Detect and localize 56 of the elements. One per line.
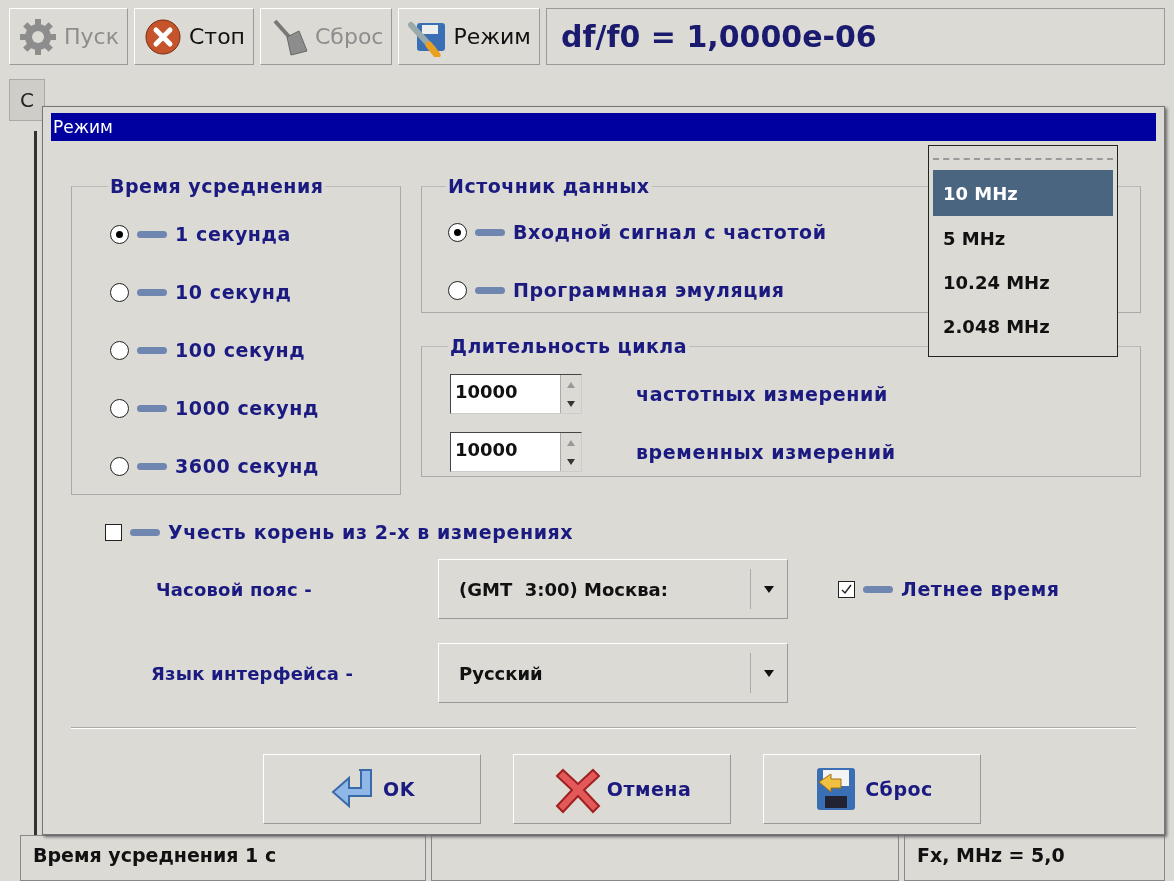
status-text: Fx, MHz = 5,0 (904, 835, 1165, 881)
indicator-icon (863, 585, 893, 593)
list-item[interactable]: 10.24 MHz (933, 260, 1113, 304)
option-label: Программная эмуляция (513, 279, 785, 301)
dialog-title: Режим (51, 113, 1156, 141)
option-label: 10 секунд (175, 281, 292, 303)
spin-label: временных измерений (636, 441, 896, 463)
indicator-icon (137, 288, 167, 296)
indicator-icon (475, 228, 505, 236)
spin-box[interactable]: 10000 (450, 432, 582, 472)
option-label: 100 секунд (175, 339, 306, 361)
radio-button[interactable] (110, 340, 129, 360)
option-label: 3600 секунд (175, 455, 319, 477)
dialog-button[interactable]: OK (263, 754, 481, 824)
checkbox[interactable] (838, 580, 855, 598)
indicator-icon (137, 346, 167, 354)
radio-button[interactable] (110, 282, 129, 302)
radio-button[interactable] (110, 224, 129, 244)
toolbar-button[interactable]: Режим (398, 8, 540, 65)
indicator-icon (130, 528, 160, 536)
option-label: 1000 секунд (175, 397, 319, 419)
spin-label: частотных измерений (636, 383, 888, 405)
group-title: Время усреднения (109, 175, 325, 197)
readout-display: df/f0 = 1,0000e-06 (545, 8, 1165, 65)
gear-icon (18, 16, 58, 57)
indicator-icon (137, 462, 167, 470)
checkbox-label: Учесть корень из 2-х в измерениях (168, 521, 574, 543)
status-text: Время усреднения 1 с (20, 835, 426, 881)
checkbox-label: Летнее время (901, 578, 1060, 600)
option-label: Входной сигнал с частотой (513, 221, 827, 243)
group-title: Длительность цикла (449, 335, 689, 357)
checkbox[interactable] (105, 523, 122, 541)
radio-button[interactable] (110, 398, 129, 418)
caret-icon (764, 585, 774, 593)
caret-icon (764, 669, 774, 677)
list-item[interactable]: 2.048 MHz (933, 304, 1113, 348)
list-item[interactable]: 5 MHz (933, 216, 1113, 260)
spin-box[interactable]: 10000 (450, 374, 582, 414)
indicator-icon (137, 404, 167, 412)
stop-icon (142, 16, 183, 57)
indicator-icon (475, 286, 505, 294)
indicator-icon (137, 230, 167, 238)
tab[interactable]: С (9, 79, 45, 121)
language-dropdown[interactable]: Русский (438, 643, 788, 703)
list-item[interactable]: 10 MHz (933, 170, 1113, 216)
group-title: Источник данных (447, 175, 651, 197)
field-label: Часовой пояс - (156, 578, 312, 600)
field-label: Язык интерфейса - (151, 662, 354, 684)
radio-button[interactable] (110, 456, 129, 476)
timezone-dropdown[interactable]: (GMT 3:00) Москва: (438, 559, 788, 619)
dialog-button[interactable]: Сброс (763, 754, 981, 824)
toolbar-button[interactable]: Стоп (133, 8, 254, 65)
radio-button[interactable] (448, 222, 467, 242)
dialog-button[interactable]: Отмена (513, 754, 731, 824)
option-label: 1 секунда (175, 223, 291, 245)
radio-button[interactable] (448, 280, 467, 300)
